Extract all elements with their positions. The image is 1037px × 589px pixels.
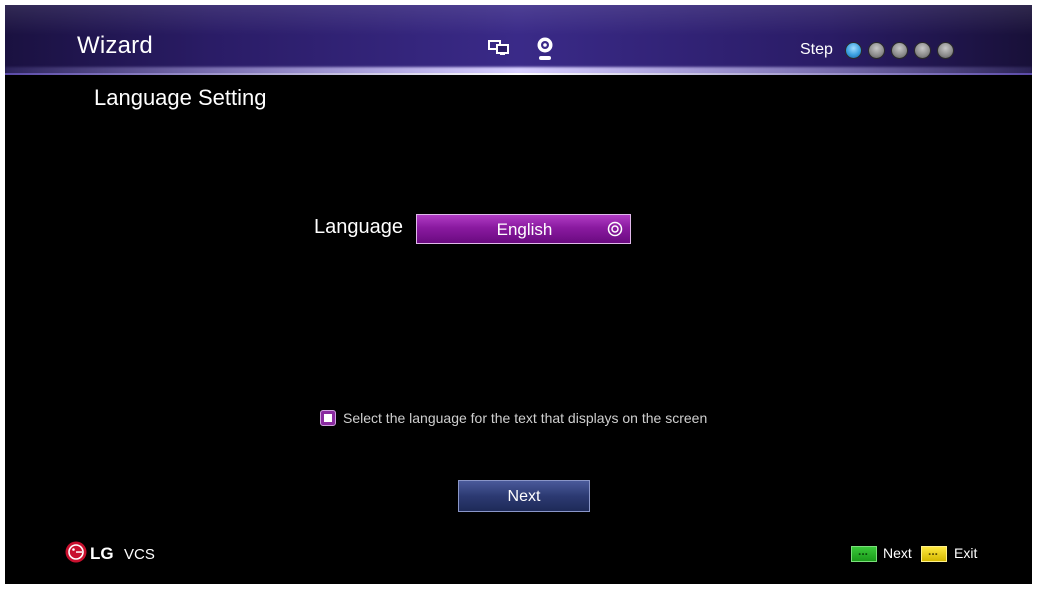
select-target-icon — [607, 221, 623, 237]
step-dot-3 — [891, 42, 908, 59]
next-button[interactable]: Next — [458, 480, 590, 512]
brand-vcs: VCS — [124, 546, 155, 563]
green-key-icon — [851, 544, 877, 562]
step-label: Step — [800, 41, 833, 58]
info-icon — [320, 410, 336, 426]
header-divider — [5, 73, 1032, 75]
wizard-screen: Wizard Step Language Setting Language En… — [5, 5, 1032, 584]
step-dot-2 — [868, 42, 885, 59]
next-button-label: Next — [507, 488, 541, 505]
step-dot-5 — [937, 42, 954, 59]
header-bar: Wizard Step — [5, 5, 1032, 75]
info-message: Select the language for the text that di… — [320, 410, 707, 426]
info-text: Select the language for the text that di… — [343, 410, 708, 426]
page-title: Language Setting — [94, 85, 267, 110]
step-dot-4 — [914, 42, 931, 59]
exit-hint: Exit — [954, 545, 978, 561]
step-dot-1 — [845, 42, 862, 59]
lg-logo-icon — [65, 541, 87, 563]
step-indicator — [845, 42, 954, 59]
language-value: English — [496, 220, 553, 239]
webcam-icon — [537, 37, 553, 60]
yellow-key-icon — [921, 544, 947, 562]
language-label: Language — [314, 216, 403, 238]
monitor-icon — [488, 40, 509, 55]
wizard-title: Wizard — [77, 32, 153, 59]
language-select[interactable]: English — [416, 214, 631, 244]
next-hint: Next — [883, 545, 912, 561]
brand-lg: LG — [90, 544, 114, 563]
